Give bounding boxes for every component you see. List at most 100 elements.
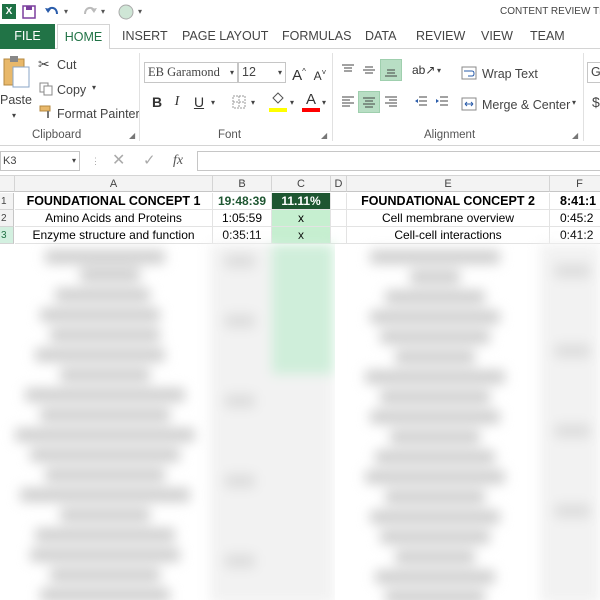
orientation-button[interactable]: ab↗ bbox=[412, 59, 436, 81]
column-header-e[interactable]: E bbox=[347, 176, 550, 192]
merge-center-button[interactable]: Merge & Center ▾ bbox=[461, 94, 581, 114]
customize-dropdown-icon[interactable]: ▾ bbox=[138, 3, 142, 21]
done-cell[interactable]: x bbox=[272, 210, 331, 227]
formula-input[interactable] bbox=[197, 151, 600, 171]
underline-button[interactable]: U bbox=[188, 91, 210, 113]
time-cell[interactable]: 0:41:2 bbox=[550, 227, 600, 244]
fill-color-button[interactable] bbox=[267, 89, 289, 112]
font-size-value: 12 bbox=[242, 65, 256, 79]
cancel-entry-icon[interactable]: ✕ bbox=[112, 151, 125, 171]
column-header-f[interactable]: F bbox=[550, 176, 600, 192]
tab-review[interactable]: REVIEW bbox=[416, 24, 465, 49]
currency-icon[interactable]: $ bbox=[592, 94, 600, 110]
row-header-1[interactable]: 1 bbox=[0, 193, 14, 210]
customize-icon[interactable] bbox=[118, 3, 134, 21]
copy-icon bbox=[39, 82, 53, 96]
undo-icon[interactable] bbox=[44, 3, 60, 21]
quick-access-toolbar: X ▾ ▾ ▾ CONTENT REVIEW TRA bbox=[0, 0, 600, 24]
tab-team[interactable]: TEAM bbox=[530, 24, 565, 49]
format-painter-button[interactable]: Format Painter bbox=[38, 103, 140, 123]
font-family-dropdown-icon: ▾ bbox=[229, 68, 234, 77]
middle-align-button[interactable] bbox=[358, 59, 380, 81]
topic-cell[interactable]: Cell membrane overview bbox=[347, 210, 550, 227]
font-size-select[interactable]: 12 ▾ bbox=[238, 62, 286, 83]
topic-cell[interactable]: Enzyme structure and function bbox=[15, 227, 213, 244]
tab-home[interactable]: HOME bbox=[57, 24, 110, 50]
empty-cell[interactable] bbox=[331, 193, 347, 210]
align-center-button[interactable] bbox=[358, 91, 380, 113]
redo-dropdown-icon[interactable]: ▾ bbox=[101, 3, 105, 21]
tab-page-layout[interactable]: PAGE LAYOUT bbox=[182, 24, 268, 49]
undo-dropdown-icon[interactable]: ▾ bbox=[64, 3, 68, 21]
copy-label: Copy bbox=[57, 83, 87, 97]
concept2-title-cell[interactable]: FOUNDATIONAL CONCEPT 2 bbox=[347, 193, 550, 210]
column-header-b[interactable]: B bbox=[213, 176, 272, 192]
orientation-dropdown-icon[interactable]: ▾ bbox=[437, 66, 441, 75]
underline-dropdown-icon[interactable]: ▾ bbox=[211, 98, 215, 107]
topic-cell[interactable]: Amino Acids and Proteins bbox=[15, 210, 213, 227]
concept1-total-time-cell[interactable]: 19:48:39 bbox=[213, 193, 272, 210]
merge-center-dropdown-icon: ▾ bbox=[572, 98, 577, 107]
font-color-swatch bbox=[302, 108, 320, 112]
bold-button[interactable]: B bbox=[146, 91, 168, 113]
orientation-icon: ab↗ bbox=[412, 63, 436, 77]
column-header-a[interactable]: A bbox=[15, 176, 213, 192]
clipboard-launcher-icon[interactable]: ◢ bbox=[129, 131, 135, 140]
copy-dropdown-icon: ▾ bbox=[92, 83, 97, 92]
font-color-dropdown-icon[interactable]: ▾ bbox=[322, 98, 326, 107]
redo-icon[interactable] bbox=[82, 3, 98, 21]
paste-button[interactable]: Paste ▾ bbox=[0, 55, 32, 125]
copy-button[interactable]: Copy ▾ bbox=[38, 79, 118, 99]
alignment-launcher-icon[interactable]: ◢ bbox=[572, 131, 578, 140]
confirm-entry-icon[interactable]: ✓ bbox=[143, 151, 156, 171]
font-launcher-icon[interactable]: ◢ bbox=[321, 131, 327, 140]
insert-function-icon[interactable]: fx bbox=[173, 151, 183, 171]
done-cell[interactable]: x bbox=[272, 227, 331, 244]
concept1-percent-cell[interactable]: 11.11% bbox=[272, 193, 331, 210]
concept1-title-cell[interactable]: FOUNDATIONAL CONCEPT 1 bbox=[15, 193, 213, 210]
top-align-icon bbox=[342, 64, 354, 72]
grow-font-button[interactable]: A^ bbox=[288, 61, 310, 84]
time-cell[interactable]: 0:35:11 bbox=[213, 227, 272, 244]
column-header-d[interactable]: D bbox=[331, 176, 347, 192]
italic-button[interactable]: I bbox=[166, 91, 188, 113]
tab-file[interactable]: FILE bbox=[0, 24, 55, 49]
shrink-font-button[interactable]: A˅ bbox=[309, 62, 331, 84]
concept2-total-time-cell[interactable]: 8:41:1 bbox=[550, 193, 600, 210]
fill-color-dropdown-icon[interactable]: ▾ bbox=[290, 98, 294, 107]
select-all-corner[interactable] bbox=[0, 176, 15, 192]
tab-formulas[interactable]: FORMULAS bbox=[282, 24, 351, 49]
font-family-select[interactable]: EB Garamond ▾ bbox=[144, 62, 238, 83]
time-cell[interactable]: 0:45:2 bbox=[550, 210, 600, 227]
empty-cell[interactable] bbox=[331, 227, 347, 244]
empty-cell[interactable] bbox=[331, 210, 347, 227]
borders-dropdown-icon[interactable]: ▾ bbox=[251, 98, 255, 107]
decrease-indent-icon bbox=[415, 96, 427, 106]
increase-indent-button[interactable] bbox=[431, 91, 453, 113]
align-left-button[interactable] bbox=[337, 91, 359, 113]
merge-center-icon bbox=[461, 97, 477, 111]
number-format-select[interactable]: Ge bbox=[587, 62, 600, 83]
wrap-text-button[interactable]: Wrap Text bbox=[461, 63, 571, 83]
tab-view[interactable]: VIEW bbox=[481, 24, 513, 49]
align-center-icon bbox=[363, 97, 375, 108]
paste-label: Paste bbox=[0, 93, 32, 107]
font-color-button[interactable]: A bbox=[300, 89, 322, 112]
decrease-indent-button[interactable] bbox=[410, 91, 432, 113]
save-icon[interactable] bbox=[22, 3, 36, 21]
tab-data[interactable]: DATA bbox=[365, 24, 396, 49]
bottom-align-button[interactable] bbox=[380, 59, 402, 81]
grow-font-icon: A bbox=[292, 67, 303, 84]
format-painter-icon bbox=[39, 105, 51, 118]
name-box[interactable]: K3 ▾ bbox=[0, 151, 80, 171]
column-header-c[interactable]: C bbox=[272, 176, 331, 192]
row-header-2[interactable]: 2 bbox=[0, 210, 14, 227]
topic-cell[interactable]: Cell-cell interactions bbox=[347, 227, 550, 244]
align-right-button[interactable] bbox=[380, 91, 402, 113]
tab-insert[interactable]: INSERT bbox=[122, 24, 168, 49]
top-align-button[interactable] bbox=[337, 59, 359, 81]
row-header-3[interactable]: 3 bbox=[0, 227, 14, 244]
borders-button[interactable] bbox=[228, 91, 250, 113]
time-cell[interactable]: 1:05:59 bbox=[213, 210, 272, 227]
cut-button[interactable]: ✂ Cut bbox=[38, 55, 98, 75]
